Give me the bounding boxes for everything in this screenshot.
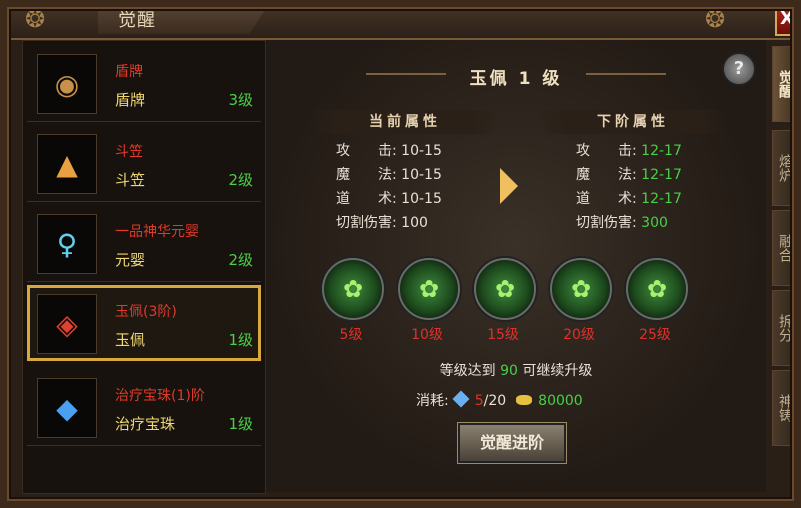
list-item-shield[interactable]: ◉ 盾牌 盾牌 3级 (27, 45, 261, 122)
item-level: 1级 (228, 415, 253, 433)
window-title: 觉醒 (118, 10, 156, 31)
item-type: 斗笠 (115, 171, 146, 189)
item-level: 2级 (228, 171, 253, 189)
dragon-ornament-right-icon: ❂ (704, 5, 726, 33)
jade-pendant-icon: ◈ (37, 294, 97, 354)
item-name: 盾牌 (115, 64, 143, 80)
stage-level-label: 10级 (411, 327, 443, 343)
item-name: 斗笠 (115, 144, 143, 160)
stage-level-label: 5级 (339, 327, 363, 343)
next-attrs-header: 下阶属性 (538, 110, 728, 134)
item-name: 玉佩(3阶) (115, 304, 177, 320)
level-requirement-notice: 等级达到 90 可继续升级 (439, 363, 593, 379)
next-attr-row: 魔 法: 12-17 (576, 167, 682, 183)
item-type: 元婴 (115, 251, 146, 269)
item-title: 玉佩 1 级 (469, 69, 563, 89)
arrow-right-icon (500, 168, 518, 204)
next-attr-row: 切割伤害: 300 (576, 215, 668, 231)
item-level: 3级 (228, 91, 253, 109)
detail-panel: 玉佩 1 级 ? 当前属性 下阶属性 攻 击: 10-15 魔 法: 10-15… (266, 40, 766, 492)
next-attr-row: 攻 击: 12-17 (576, 143, 682, 159)
item-list: ◉ 盾牌 盾牌 3级 ▲ 斗笠 斗笠 2级 ♀ 一品神华元婴 元婴 2级 ◈ 玉… (22, 40, 266, 494)
straw-hat-icon: ▲ (37, 134, 97, 194)
spirit-figure-icon: ♀ (37, 214, 97, 274)
item-level: 2级 (228, 251, 253, 269)
title-rule-right (586, 73, 666, 75)
round-shield-icon: ◉ (37, 54, 97, 114)
cost-row: 消耗: 5/20 80000 (416, 390, 583, 410)
current-attr-row: 切割伤害: 100 (336, 215, 428, 231)
item-name: 治疗宝珠(1)阶 (115, 388, 205, 404)
current-attrs-header: 当前属性 (310, 110, 500, 134)
item-type: 治疗宝珠 (115, 415, 176, 433)
dragon-ornament-left-icon: ❂ (24, 5, 46, 33)
item-type: 玉佩 (115, 331, 146, 349)
next-attr-row: 道 术: 12-17 (576, 191, 682, 207)
crystal-icon (452, 390, 470, 408)
item-type: 盾牌 (115, 91, 146, 109)
stage-level-label: 25级 (639, 327, 671, 343)
gold-ingot-icon (516, 395, 533, 405)
tab-split[interactable]: 拆分 (772, 290, 798, 366)
list-item-orb[interactable]: ◆ 治疗宝珠(1)阶 治疗宝珠 1级 (27, 369, 261, 446)
jade-stage-icon[interactable]: ✿ (550, 258, 612, 320)
side-tab-bar: 觉醒 熔炉 融合 拆分 神铸 (772, 40, 798, 492)
tab-fusion[interactable]: 融合 (772, 210, 798, 286)
list-item-hat[interactable]: ▲ 斗笠 斗笠 2级 (27, 125, 261, 202)
list-item-spirit[interactable]: ♀ 一品神华元婴 元婴 2级 (27, 205, 261, 282)
help-button[interactable]: ? (722, 52, 756, 86)
current-attr-row: 道 术: 10-15 (336, 191, 442, 207)
awaken-advance-button[interactable]: 觉醒进阶 (458, 423, 566, 463)
jade-stage-icon[interactable]: ✿ (474, 258, 536, 320)
title-bar[interactable]: ❂ 觉醒 ❂ X (0, 0, 801, 40)
item-level: 1级 (228, 331, 253, 349)
tab-divine-forge[interactable]: 神铸 (772, 370, 798, 446)
current-attr-row: 攻 击: 10-15 (336, 143, 442, 159)
jade-stage-icon[interactable]: ✿ (322, 258, 384, 320)
blue-gem-icon: ◆ (37, 378, 97, 438)
tab-awaken[interactable]: 觉醒 (772, 46, 798, 122)
list-item-jade-pendant[interactable]: ◈ 玉佩(3阶) 玉佩 1级 (27, 285, 261, 361)
tab-furnace[interactable]: 熔炉 (772, 130, 798, 206)
item-name: 一品神华元婴 (115, 224, 199, 240)
awakening-window: ❂ 觉醒 ❂ X ◉ 盾牌 盾牌 3级 ▲ 斗笠 斗笠 2级 ♀ 一品神华元婴 … (0, 0, 801, 508)
stage-level-label: 15级 (487, 327, 519, 343)
close-button[interactable]: X (775, 0, 799, 36)
current-attr-row: 魔 法: 10-15 (336, 167, 442, 183)
jade-stage-icon[interactable]: ✿ (398, 258, 460, 320)
stage-level-label: 20级 (563, 327, 595, 343)
jade-stage-icon[interactable]: ✿ (626, 258, 688, 320)
